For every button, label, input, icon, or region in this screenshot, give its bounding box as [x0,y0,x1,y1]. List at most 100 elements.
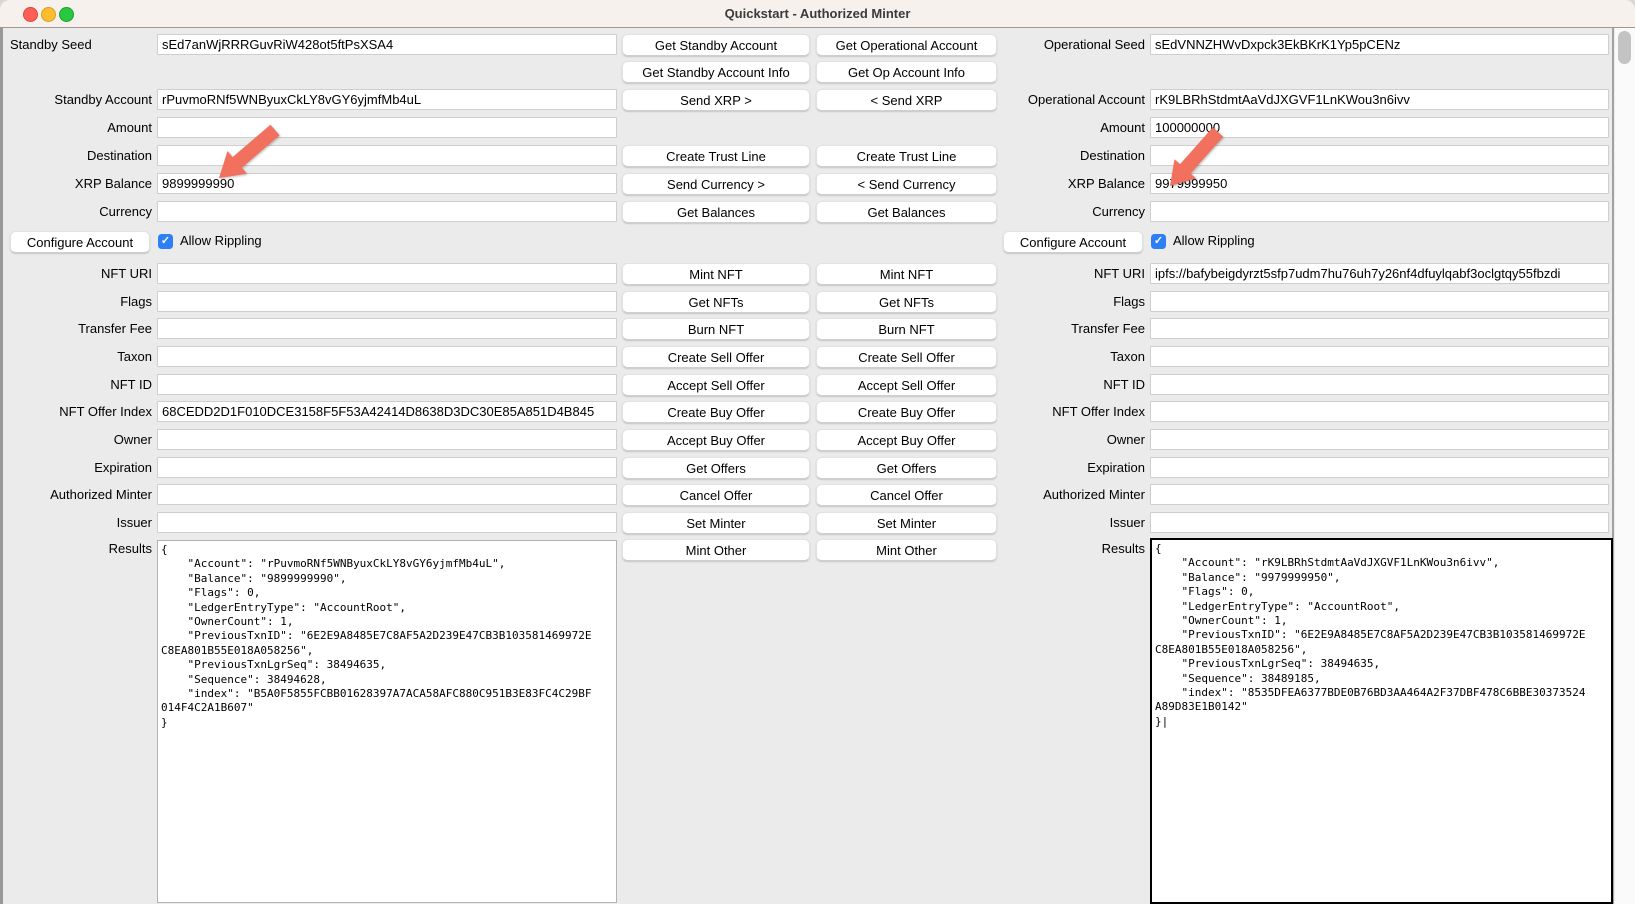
operational-nft-uri-input[interactable] [1150,263,1609,284]
operational-create-sell-offer-button[interactable]: Create Sell Offer [816,346,997,368]
standby-currency-input[interactable] [157,201,617,222]
standby-destination-label: Destination [4,145,152,166]
standby-issuer-input[interactable] [157,512,617,533]
operational-expiration-input[interactable] [1150,457,1609,478]
operational-nft-offer-index-label: NFT Offer Index [997,401,1145,422]
standby-allow-rippling-label: Allow Rippling [180,231,262,252]
standby-expiration-input[interactable] [157,457,617,478]
operational-nft-id-input[interactable] [1150,374,1609,395]
standby-results-label: Results [4,538,152,559]
standby-burn-nft-button[interactable]: Burn NFT [622,318,810,340]
operational-set-minter-button[interactable]: Set Minter [816,512,997,534]
vertical-scrollbar-track[interactable] [1614,27,1635,904]
standby-cancel-offer-button[interactable]: Cancel Offer [622,484,810,506]
operational-allow-rippling-label: Allow Rippling [1173,231,1255,252]
standby-set-minter-button[interactable]: Set Minter [622,512,810,534]
get-standby-account-button[interactable]: Get Standby Account [622,34,810,56]
operational-authorized-minter-input[interactable] [1150,484,1609,505]
standby-create-sell-offer-button[interactable]: Create Sell Offer [622,346,810,368]
standby-owner-label: Owner [4,429,152,450]
operational-accept-sell-offer-button[interactable]: Accept Sell Offer [816,374,997,396]
window-title: Quickstart - Authorized Minter [0,0,1635,27]
standby-accept-buy-offer-button[interactable]: Accept Buy Offer [622,429,810,451]
operational-accept-buy-offer-button[interactable]: Accept Buy Offer [816,429,997,451]
standby-flags-label: Flags [4,291,152,312]
standby-get-offers-button[interactable]: Get Offers [622,457,810,479]
operational-destination-label: Destination [997,145,1145,166]
standby-create-trust-line-button[interactable]: Create Trust Line [622,145,810,167]
operational-cancel-offer-button[interactable]: Cancel Offer [816,484,997,506]
operational-burn-nft-button[interactable]: Burn NFT [816,318,997,340]
operational-authorized-minter-label: Authorized Minter [997,484,1145,505]
operational-allow-rippling-checkbox[interactable]: ✓ [1151,234,1166,249]
standby-mint-other-button[interactable]: Mint Other [622,539,810,561]
standby-get-nfts-button[interactable]: Get NFTs [622,291,810,313]
standby-mint-nft-button[interactable]: Mint NFT [622,263,810,285]
operational-flags-label: Flags [997,291,1145,312]
annotation-arrow-operational-xrp-balance-icon [1160,126,1228,194]
standby-taxon-input[interactable] [157,346,617,367]
standby-accept-sell-offer-button[interactable]: Accept Sell Offer [622,374,810,396]
send-currency-left-button[interactable]: < Send Currency [816,173,997,195]
standby-authorized-minter-input[interactable] [157,484,617,505]
standby-get-balances-button[interactable]: Get Balances [622,201,810,223]
operational-seed-input[interactable] [1150,34,1609,55]
operational-create-buy-offer-button[interactable]: Create Buy Offer [816,401,997,423]
standby-nft-offer-index-input[interactable] [157,401,617,422]
standby-owner-input[interactable] [157,429,617,450]
operational-transfer-fee-label: Transfer Fee [997,318,1145,339]
standby-flags-input[interactable] [157,291,617,312]
standby-transfer-fee-label: Transfer Fee [4,318,152,339]
operational-configure-account-button[interactable]: Configure Account [1003,231,1143,253]
operational-currency-input[interactable] [1150,201,1609,222]
operational-owner-label: Owner [997,429,1145,450]
annotation-arrow-standby-xrp-balance-icon [207,122,287,186]
send-currency-right-button[interactable]: Send Currency > [622,173,810,195]
operational-mint-other-button[interactable]: Mint Other [816,539,997,561]
send-xrp-left-button[interactable]: < Send XRP [816,89,997,111]
standby-expiration-label: Expiration [4,457,152,478]
operational-transfer-fee-input[interactable] [1150,318,1609,339]
operational-issuer-input[interactable] [1150,512,1609,533]
standby-seed-label: Standby Seed [4,34,158,55]
operational-results-textarea[interactable]: { "Account": "rK9LBRhStdmtAaVdJXGVF1LnKW… [1150,538,1613,904]
standby-allow-rippling-checkbox[interactable]: ✓ [158,234,173,249]
standby-seed-input[interactable] [157,34,617,55]
standby-results-textarea[interactable]: { "Account": "rPuvmoRNf5WNByuxCkLY8vGY6y… [157,540,617,903]
operational-get-nfts-button[interactable]: Get NFTs [816,291,997,313]
operational-account-input[interactable] [1150,89,1609,110]
vertical-scrollbar-thumb[interactable] [1618,31,1631,64]
operational-xrp-balance-label: XRP Balance [997,173,1145,194]
get-standby-account-info-button[interactable]: Get Standby Account Info [622,61,810,83]
operational-results-label: Results [997,538,1145,559]
operational-nft-offer-index-input[interactable] [1150,401,1609,422]
standby-configure-account-button[interactable]: Configure Account [10,231,150,253]
get-operational-account-button[interactable]: Get Operational Account [816,34,997,56]
standby-create-buy-offer-button[interactable]: Create Buy Offer [622,401,810,423]
standby-nft-offer-index-label: NFT Offer Index [4,401,152,422]
operational-taxon-input[interactable] [1150,346,1609,367]
send-xrp-right-button[interactable]: Send XRP > [622,89,810,111]
operational-get-offers-button[interactable]: Get Offers [816,457,997,479]
operational-seed-label: Operational Seed [997,34,1145,55]
operational-account-label: Operational Account [997,89,1145,110]
get-op-account-info-button[interactable]: Get Op Account Info [816,61,997,83]
operational-expiration-label: Expiration [997,457,1145,478]
operational-mint-nft-button[interactable]: Mint NFT [816,263,997,285]
standby-nft-id-input[interactable] [157,374,617,395]
operational-amount-label: Amount [997,117,1145,138]
standby-account-input[interactable] [157,89,617,110]
standby-nft-uri-input[interactable] [157,263,617,284]
operational-get-balances-button[interactable]: Get Balances [816,201,997,223]
standby-currency-label: Currency [4,201,152,222]
operational-nft-id-label: NFT ID [997,374,1145,395]
titlebar: Quickstart - Authorized Minter [0,0,1635,28]
operational-currency-label: Currency [997,201,1145,222]
window-left-edge [0,27,3,904]
operational-owner-input[interactable] [1150,429,1609,450]
standby-account-label: Standby Account [4,89,152,110]
operational-create-trust-line-button[interactable]: Create Trust Line [816,145,997,167]
standby-nft-uri-label: NFT URI [4,263,152,284]
standby-transfer-fee-input[interactable] [157,318,617,339]
operational-flags-input[interactable] [1150,291,1609,312]
